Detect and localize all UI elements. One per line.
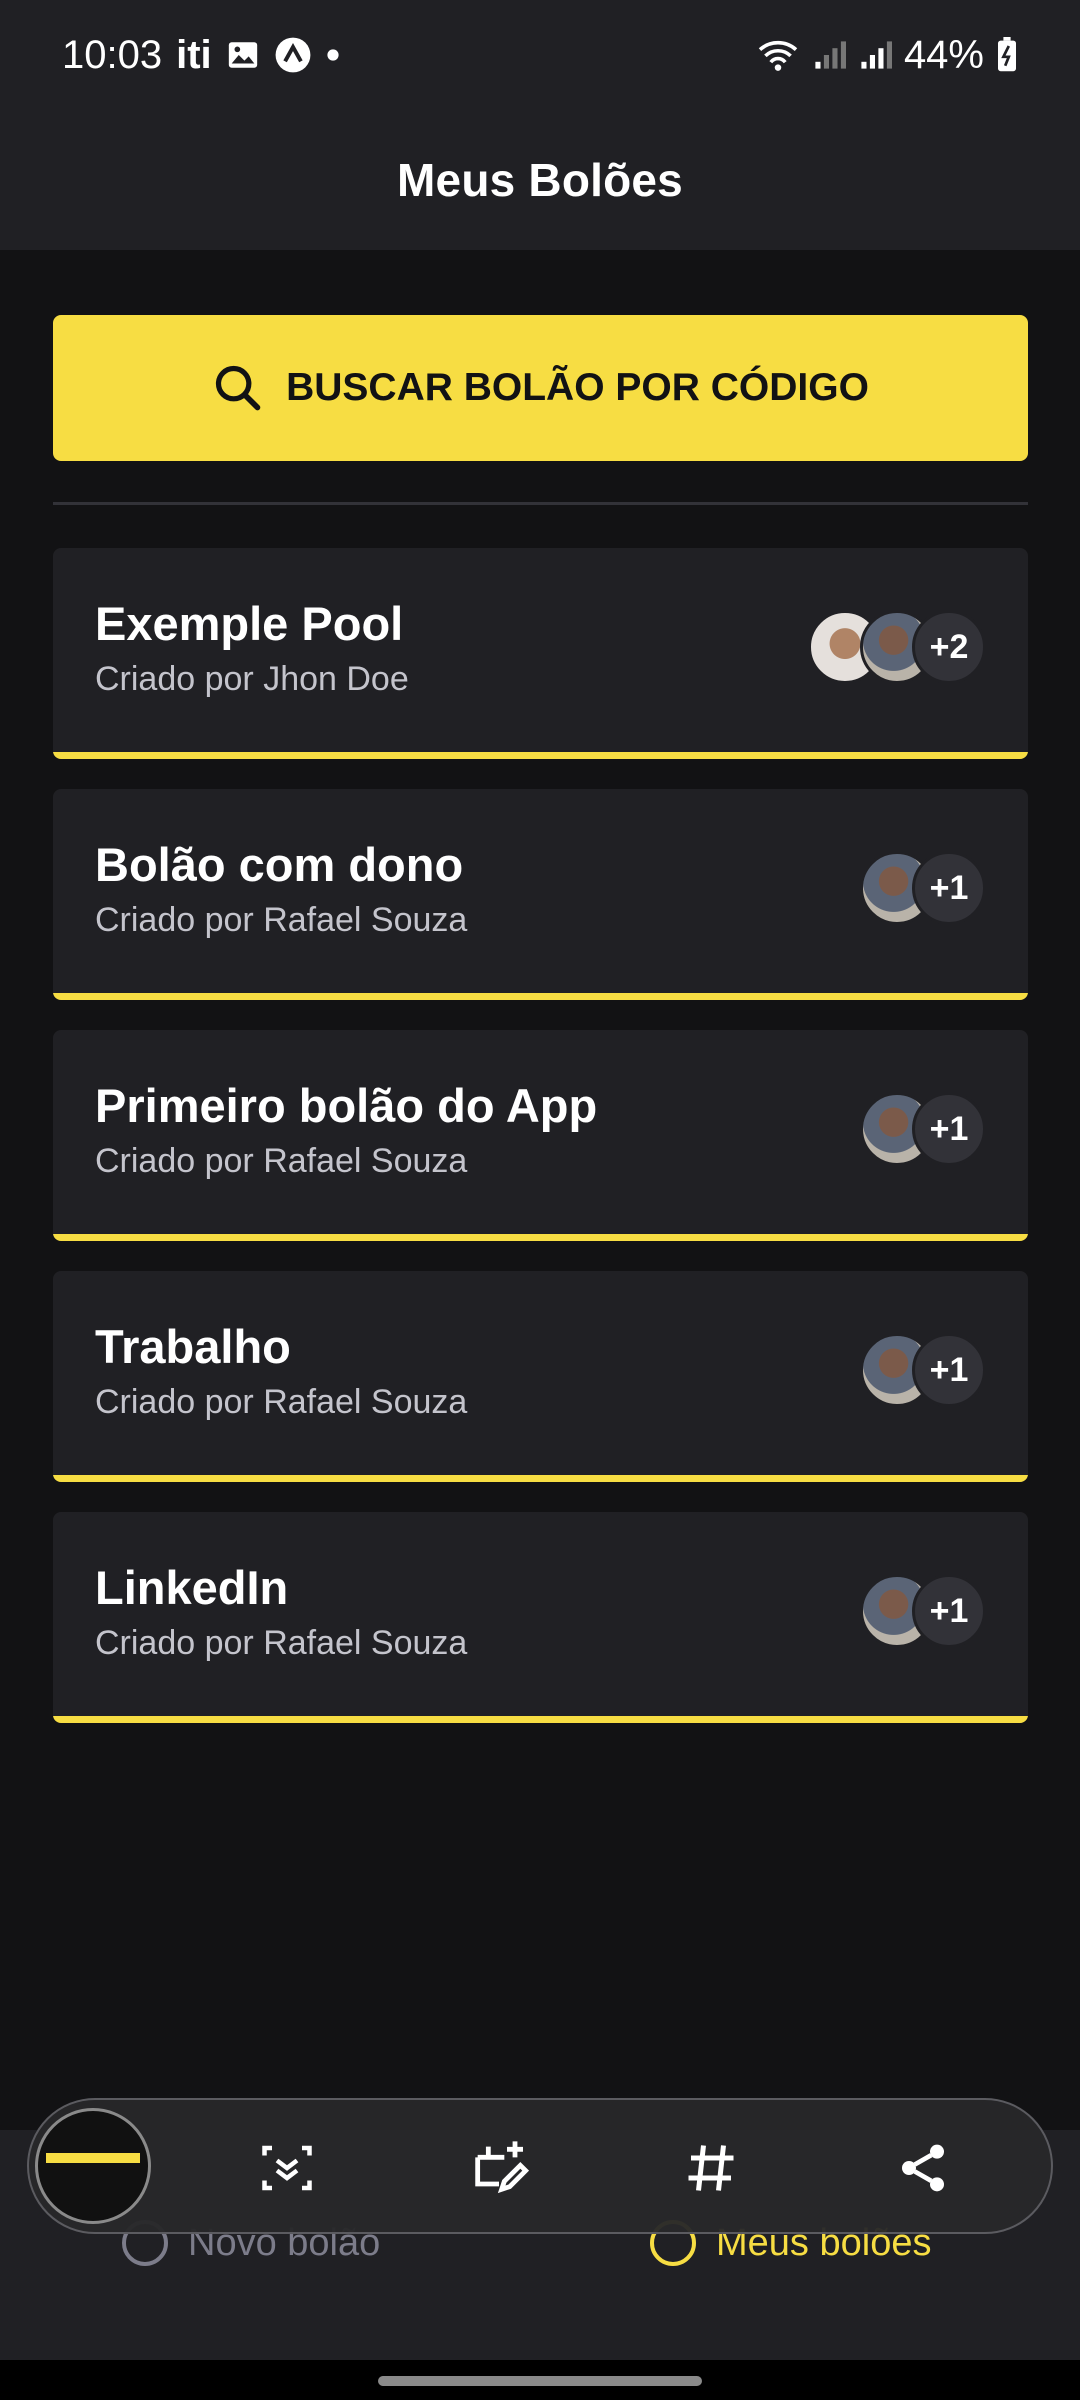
card-accent-stripe [53, 1475, 1028, 1482]
battery-percentage: 44% [903, 32, 984, 77]
screenshot-toolbar [27, 2098, 1053, 2234]
participants-count-badge: +1 [912, 851, 986, 925]
battery-charging-icon [996, 37, 1018, 73]
wifi-icon [756, 37, 800, 73]
home-indicator[interactable] [378, 2376, 702, 2386]
card-accent-stripe [53, 993, 1028, 1000]
pool-card[interactable]: Primeiro bolão do App Criado por Rafael … [53, 1030, 1028, 1241]
participants-avatars: +1 [860, 851, 986, 927]
more-notifications-dot-icon [326, 48, 340, 62]
participants-count-badge: +1 [912, 1574, 986, 1648]
status-bar: 10:03 iti 44% [0, 0, 1080, 110]
pool-owner: Criado por Rafael Souza [95, 1383, 468, 1421]
participants-count-badge: +1 [912, 1092, 986, 1166]
hashtag-icon[interactable] [671, 2128, 751, 2208]
pool-title: Bolão com dono [95, 838, 464, 891]
signal-icon-2 [858, 38, 892, 72]
pool-owner: Criado por Rafael Souza [95, 1142, 468, 1180]
pool-card[interactable]: Trabalho Criado por Rafael Souza +1 [53, 1271, 1028, 1482]
pool-card[interactable]: Bolão com dono Criado por Rafael Souza +… [53, 789, 1028, 1000]
pool-owner: Criado por Rafael Souza [95, 1624, 468, 1662]
card-accent-stripe [53, 1234, 1028, 1241]
signal-icon [812, 38, 846, 72]
status-time: 10:03 [62, 32, 163, 77]
participants-count-badge: +1 [912, 1333, 986, 1407]
image-notification-icon [226, 38, 260, 72]
carrier-logo: iti [176, 32, 212, 77]
participants-avatars: +1 [860, 1333, 986, 1409]
screenshot-thumbnail[interactable] [35, 2108, 151, 2224]
app-header: Meus Bolões [0, 110, 1080, 250]
pool-card[interactable]: Exemple Pool Criado por Jhon Doe +2 [53, 548, 1028, 759]
search-button-label: BUSCAR BOLÃO POR CÓDIGO [286, 366, 869, 409]
edit-crop-icon[interactable] [459, 2128, 539, 2208]
pool-owner: Criado por Rafael Souza [95, 901, 468, 939]
share-icon[interactable] [883, 2128, 963, 2208]
search-pool-by-code-button[interactable]: BUSCAR BOLÃO POR CÓDIGO [53, 315, 1028, 461]
participants-avatars: +1 [860, 1092, 986, 1168]
scroll-capture-icon[interactable] [247, 2128, 327, 2208]
app-notification-icon [274, 36, 312, 74]
divider [53, 502, 1028, 505]
pool-list: Exemple Pool Criado por Jhon Doe +2 Bolã… [53, 548, 1028, 1753]
card-accent-stripe [53, 752, 1028, 759]
participants-avatars: +1 [860, 1574, 986, 1650]
card-accent-stripe [53, 1716, 1028, 1723]
page-title: Meus Bolões [397, 154, 683, 206]
search-icon [212, 362, 264, 414]
pool-title: Primeiro bolão do App [95, 1079, 598, 1132]
participants-avatars: +2 [808, 610, 986, 686]
pool-title: Trabalho [95, 1320, 291, 1373]
pool-title: LinkedIn [95, 1561, 289, 1614]
pool-card[interactable]: LinkedIn Criado por Rafael Souza +1 [53, 1512, 1028, 1723]
pool-title: Exemple Pool [95, 597, 404, 650]
participants-count-badge: +2 [912, 610, 986, 684]
pool-owner: Criado por Jhon Doe [95, 660, 409, 698]
